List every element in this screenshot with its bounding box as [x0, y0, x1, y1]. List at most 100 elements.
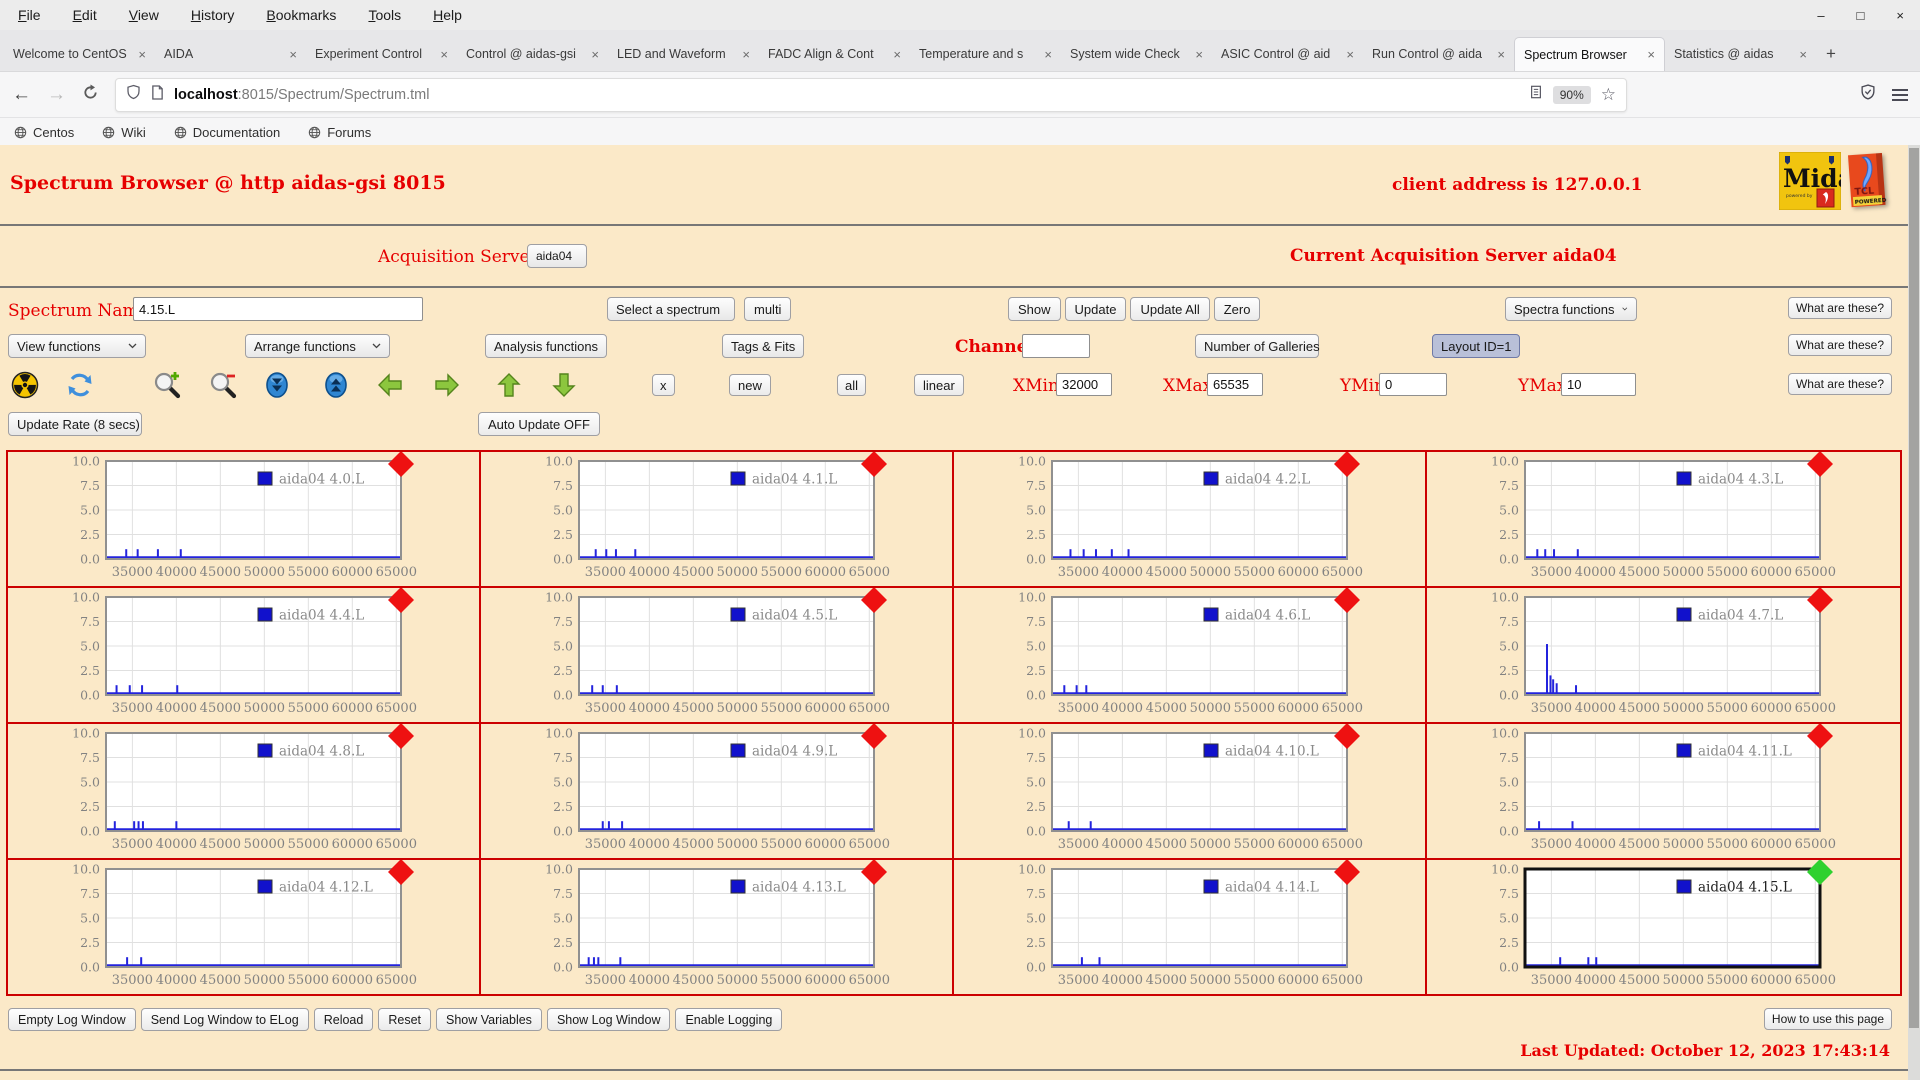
spectrum-cell-aida04-4-5-l[interactable]: 0.0 2.5 5.0 7.5 10.0 35000 40000 45000 50000 5500…	[481, 587, 954, 724]
back-icon[interactable]: ←	[12, 84, 31, 106]
spectrum-cell-aida04-4-13-l[interactable]: 0.0 2.5 5.0 7.5 10.0 35000 40000 45000 50000 5500…	[481, 859, 954, 994]
how-to-use-button[interactable]: How to use this page	[1763, 1008, 1892, 1030]
tab-close-icon[interactable]: ×	[1044, 47, 1052, 62]
tab-welcome-to-centos[interactable]: Welcome to CentOS ×	[4, 37, 155, 71]
show-log-window-button[interactable]: Show Log Window	[546, 1008, 671, 1031]
reader-mode-icon[interactable]	[1529, 85, 1543, 104]
scroll-up-icon[interactable]	[322, 371, 350, 399]
reload-icon[interactable]	[82, 83, 99, 106]
close-icon[interactable]: ×	[1896, 8, 1904, 23]
channel-input[interactable]	[1022, 334, 1090, 358]
tab-close-icon[interactable]: ×	[1647, 47, 1655, 62]
analysis-functions-dropdown[interactable]: Analysis functions	[485, 334, 607, 358]
new-tab-button[interactable]: +	[1816, 37, 1846, 71]
radiation-icon[interactable]	[11, 371, 39, 399]
tab-asic-control-aid[interactable]: ASIC Control @ aid ×	[1212, 37, 1363, 71]
tab-statistics-aidas[interactable]: Statistics @ aidas ×	[1665, 37, 1816, 71]
reset-button[interactable]: Reset	[378, 1008, 431, 1031]
bookmark-forums[interactable]: Forums	[308, 125, 371, 140]
tab-experiment-control[interactable]: Experiment Control ×	[306, 37, 457, 71]
minimize-icon[interactable]: –	[1817, 8, 1824, 23]
number-of-galleries-dropdown[interactable]: Number of Galleries	[1195, 334, 1320, 358]
bookmark-wiki[interactable]: Wiki	[102, 125, 146, 140]
what-are-these-button-2[interactable]: What are these?	[1787, 334, 1892, 356]
spectrum-cell-aida04-4-6-l[interactable]: 0.0 2.5 5.0 7.5 10.0 35000 40000 45000 50000 5500…	[954, 587, 1427, 724]
spectrum-cell-aida04-4-10-l[interactable]: 0.0 2.5 5.0 7.5 10.0 35000 40000 45000 50000 5500…	[954, 723, 1427, 860]
tab-close-icon[interactable]: ×	[1799, 47, 1807, 62]
tab-close-icon[interactable]: ×	[893, 47, 901, 62]
bookmark-documentation[interactable]: Documentation	[174, 125, 280, 140]
menu-tools[interactable]: Tools	[368, 7, 401, 23]
all-button[interactable]: all	[837, 374, 867, 396]
what-are-these-button-1[interactable]: What are these?	[1787, 297, 1892, 319]
spectrum-cell-aida04-4-0-l[interactable]: 0.0 2.5 5.0 7.5 10.0 35000 40000 45000 50000 5500…	[8, 451, 481, 588]
tags-fits-dropdown[interactable]: Tags & Fits	[722, 334, 804, 358]
tab-close-icon[interactable]: ×	[138, 47, 146, 62]
tab-close-icon[interactable]: ×	[742, 47, 750, 62]
spectrum-cell-aida04-4-11-l[interactable]: 0.0 2.5 5.0 7.5 10.0 35000 40000 45000 50000 5500…	[1427, 723, 1900, 860]
tab-close-icon[interactable]: ×	[1346, 47, 1354, 62]
tab-close-icon[interactable]: ×	[289, 47, 297, 62]
scroll-down-icon[interactable]	[263, 371, 291, 399]
enable-logging-button[interactable]: Enable Logging	[675, 1008, 783, 1031]
spectrum-cell-aida04-4-12-l[interactable]: 0.0 2.5 5.0 7.5 10.0 35000 40000 45000 50000 5500…	[8, 859, 481, 994]
spectrum-cell-aida04-4-4-l[interactable]: 0.0 2.5 5.0 7.5 10.0 35000 40000 45000 50000 5500…	[8, 587, 481, 724]
menu-help[interactable]: Help	[433, 7, 462, 23]
what-are-these-button-3[interactable]: What are these?	[1787, 373, 1892, 395]
tab-fadc-align-cont[interactable]: FADC Align & Cont ×	[759, 37, 910, 71]
show-variables-button[interactable]: Show Variables	[436, 1008, 542, 1031]
menu-hamburger-icon[interactable]	[1892, 88, 1908, 101]
xmax-input[interactable]	[1207, 373, 1263, 396]
spectrum-cell-aida04-4-7-l[interactable]: 0.0 2.5 5.0 7.5 10.0 35000 40000 45000 50000 5500…	[1427, 587, 1900, 724]
zoom-out-icon[interactable]	[209, 371, 237, 399]
spectrum-cell-aida04-4-15-l[interactable]: 0.0 2.5 5.0 7.5 10.0 35000 40000 45000 50000 5500…	[1427, 859, 1900, 994]
url-text[interactable]: localhost:8015/Spectrum/Spectrum.tml	[174, 87, 1519, 103]
zoom-level-badge[interactable]: 90%	[1552, 85, 1591, 104]
menu-edit[interactable]: Edit	[73, 7, 97, 23]
update-all-button[interactable]: Update All	[1130, 297, 1210, 321]
view-functions-dropdown[interactable]: View functions	[8, 334, 146, 358]
update-button[interactable]: Update	[1064, 297, 1127, 321]
tab-close-icon[interactable]: ×	[591, 47, 599, 62]
arrange-functions-dropdown[interactable]: Arrange functions	[245, 334, 390, 358]
tab-temperature-and-s[interactable]: Temperature and s ×	[910, 37, 1061, 71]
scrollbar[interactable]	[1908, 145, 1920, 1080]
tab-control-aidas-gsi[interactable]: Control @ aidas-gsi ×	[457, 37, 608, 71]
spectrum-cell-aida04-4-9-l[interactable]: 0.0 2.5 5.0 7.5 10.0 35000 40000 45000 50000 5500…	[481, 723, 954, 860]
tab-close-icon[interactable]: ×	[1195, 47, 1203, 62]
auto-update-button[interactable]: Auto Update OFF	[478, 412, 600, 436]
layout-id-dropdown[interactable]: Layout ID=1	[1432, 334, 1520, 358]
acquisition-server-select[interactable]: aida04	[527, 244, 587, 268]
spectrum-cell-aida04-4-3-l[interactable]: 0.0 2.5 5.0 7.5 10.0 35000 40000 45000 50000 5500…	[1427, 451, 1900, 588]
x-button[interactable]: x	[652, 374, 675, 396]
menu-file[interactable]: File	[18, 7, 41, 23]
spectrum-cell-aida04-4-2-l[interactable]: 0.0 2.5 5.0 7.5 10.0 35000 40000 45000 50000 5500…	[954, 451, 1427, 588]
menu-bookmarks[interactable]: Bookmarks	[266, 7, 336, 23]
zoom-in-icon[interactable]	[153, 371, 181, 399]
linear-button[interactable]: linear	[914, 374, 964, 396]
update-rate-dropdown[interactable]: Update Rate (8 secs)	[8, 412, 142, 436]
tab-aida[interactable]: AIDA ×	[155, 37, 306, 71]
shield-icon[interactable]	[126, 84, 141, 105]
spectrum-cell-aida04-4-14-l[interactable]: 0.0 2.5 5.0 7.5 10.0 35000 40000 45000 50000 5500…	[954, 859, 1427, 994]
menu-history[interactable]: History	[191, 7, 235, 23]
tab-spectrum-browser[interactable]: Spectrum Browser ×	[1514, 37, 1665, 71]
tab-close-icon[interactable]: ×	[1497, 47, 1505, 62]
tab-system-wide-check[interactable]: System wide Check ×	[1061, 37, 1212, 71]
tab-run-control-aida[interactable]: Run Control @ aida ×	[1363, 37, 1514, 71]
privacy-shield-icon[interactable]	[1860, 84, 1876, 105]
multi-button[interactable]: multi	[744, 297, 792, 321]
xmin-input[interactable]	[1056, 373, 1112, 396]
empty-log-window-button[interactable]: Empty Log Window	[8, 1008, 136, 1031]
bookmark-centos[interactable]: Centos	[14, 125, 74, 140]
spectra-functions-dropdown[interactable]: Spectra functions	[1505, 297, 1637, 321]
spectrum-cell-aida04-4-8-l[interactable]: 0.0 2.5 5.0 7.5 10.0 35000 40000 45000 50000 5500…	[8, 723, 481, 860]
refresh-icon[interactable]	[66, 371, 94, 399]
url-bar[interactable]: localhost:8015/Spectrum/Spectrum.tml 90%…	[115, 77, 1627, 112]
tab-led-and-waveform[interactable]: LED and Waveform ×	[608, 37, 759, 71]
spectrum-cell-aida04-4-1-l[interactable]: 0.0 2.5 5.0 7.5 10.0 35000 40000 45000 50000 5500…	[481, 451, 954, 588]
select-spectrum-dropdown[interactable]: Select a spectrum	[607, 297, 735, 321]
scrollbar-thumb[interactable]	[1909, 148, 1919, 1028]
maximize-icon[interactable]: □	[1857, 8, 1865, 23]
zero-button[interactable]: Zero	[1213, 297, 1261, 321]
